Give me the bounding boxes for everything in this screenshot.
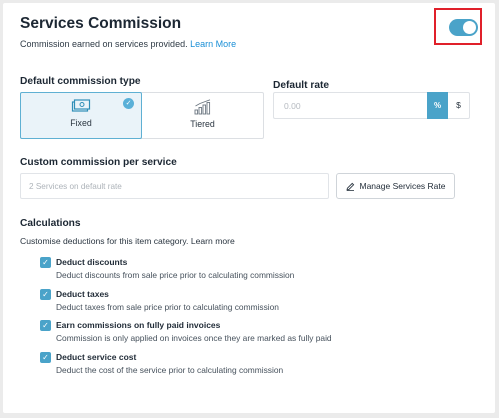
default-rate-input[interactable]: 0.00: [273, 92, 428, 119]
tiered-option-label: Tiered: [190, 119, 215, 129]
fully-paid-invoices-desc: Commission is only applied on invoices o…: [56, 333, 332, 343]
deduct-discounts-checkbox[interactable]: ✓: [40, 257, 51, 268]
services-rate-input[interactable]: 2 Services on default rate: [20, 173, 329, 199]
calculations-description: Customise deductions for this item categ…: [20, 236, 235, 246]
custom-commission-label: Custom commission per service: [20, 157, 177, 168]
learn-more-link[interactable]: Learn More: [190, 39, 236, 49]
percent-unit-button[interactable]: %: [427, 92, 448, 119]
default-rate-label: Default rate: [273, 80, 330, 91]
calculations-heading: Calculations: [20, 218, 81, 229]
services-commission-toggle[interactable]: [449, 19, 478, 36]
cash-icon: [71, 99, 91, 112]
selected-check-icon: ✓: [123, 98, 134, 109]
deduct-taxes-title: Deduct taxes: [56, 289, 109, 299]
deduct-service-cost-checkbox[interactable]: ✓: [40, 352, 51, 363]
manage-button-label: Manage Services Rate: [359, 181, 446, 191]
deduct-discounts-title: Deduct discounts: [56, 257, 128, 267]
page-title: Services Commission: [20, 15, 182, 32]
toggle-knob: [463, 21, 476, 34]
deduct-service-cost-title: Deduct service cost: [56, 352, 137, 362]
deduct-taxes-checkbox[interactable]: ✓: [40, 289, 51, 300]
deduct-taxes-desc: Deduct taxes from sale price prior to ca…: [56, 302, 279, 312]
deduct-discounts-desc: Deduct discounts from sale price prior t…: [56, 270, 295, 280]
deduct-service-cost-desc: Deduct the cost of the service prior to …: [56, 365, 284, 375]
fixed-option-label: Fixed: [70, 118, 92, 128]
fully-paid-invoices-checkbox[interactable]: ✓: [40, 320, 51, 331]
commission-type-tiered[interactable]: Tiered: [142, 93, 263, 138]
manage-services-rate-button[interactable]: Manage Services Rate: [336, 173, 455, 199]
dollar-unit-button[interactable]: $: [448, 92, 470, 119]
default-commission-type-label: Default commission type: [20, 76, 141, 87]
page-subtitle: Commission earned on services provided. …: [20, 39, 236, 49]
edit-pencil-icon: [345, 182, 354, 191]
commission-type-fixed[interactable]: Fixed ✓: [20, 92, 142, 139]
commission-type-selector: Fixed ✓ Tiered: [20, 92, 264, 139]
subtitle-text: Commission earned on services provided.: [20, 39, 188, 49]
bar-chart-icon: [194, 99, 210, 115]
fully-paid-invoices-title: Earn commissions on fully paid invoices: [56, 320, 221, 330]
